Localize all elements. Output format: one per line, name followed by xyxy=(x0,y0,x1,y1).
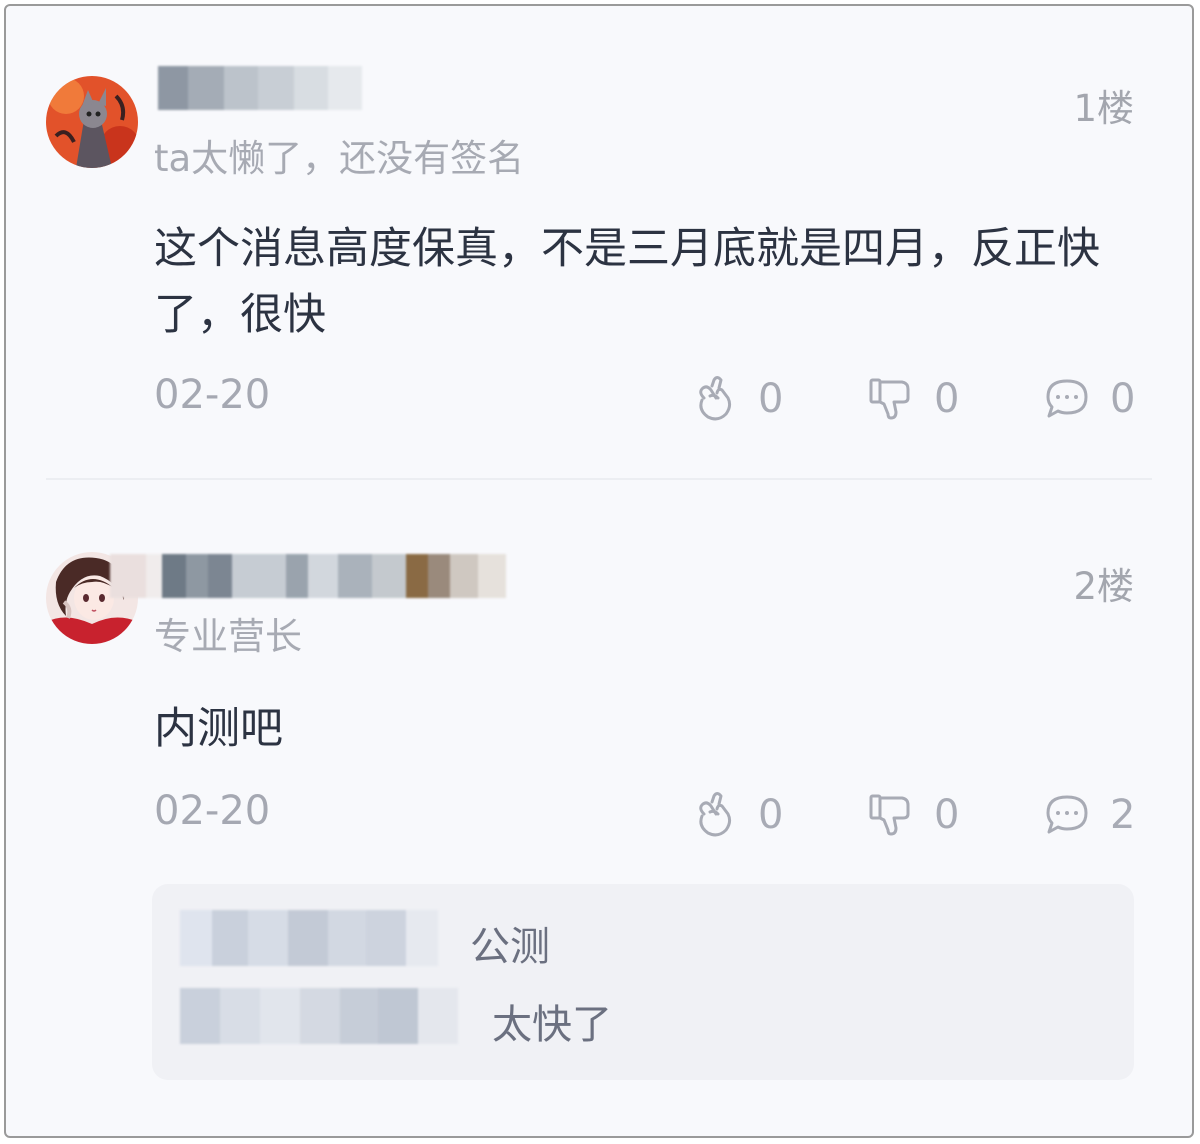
thumbs-down-icon xyxy=(869,794,910,836)
like-button[interactable]: 0 xyxy=(692,792,783,838)
finger-heart-icon xyxy=(699,792,732,837)
dislike-button[interactable]: 0 xyxy=(868,792,959,838)
comment-list: ta太懒了，还没有签名 1楼 这个消息高度保真，不是三月底就是四月，反正快了，很… xyxy=(4,4,1194,1138)
floor-number: 2楼 xyxy=(1073,565,1134,608)
reply-list: 公测 太快了 xyxy=(152,884,1134,1080)
dislike-count: 0 xyxy=(934,792,960,838)
reply-button[interactable]: 2 xyxy=(1044,792,1135,838)
username-blurred[interactable] xyxy=(110,554,506,598)
user-title: 专业营长 xyxy=(154,615,302,658)
comment-text: 内测吧 xyxy=(154,704,283,754)
comment-date: 02-20 xyxy=(154,788,271,834)
reply-item[interactable]: 公测 xyxy=(152,906,1134,976)
reply-count: 2 xyxy=(1110,792,1136,838)
reply-item[interactable]: 太快了 xyxy=(152,984,1134,1054)
comment-bubble-icon xyxy=(1046,795,1088,834)
comment-item: 专业营长 2楼 内测吧 02-20 0 0 2 公测 太快了 xyxy=(6,6,1192,1136)
reply-username-blurred[interactable] xyxy=(180,988,458,1044)
reply-username-blurred[interactable] xyxy=(180,910,438,966)
reply-text: 太快了 xyxy=(492,1002,612,1048)
like-count: 0 xyxy=(758,792,784,838)
reply-text: 公测 xyxy=(470,924,550,970)
